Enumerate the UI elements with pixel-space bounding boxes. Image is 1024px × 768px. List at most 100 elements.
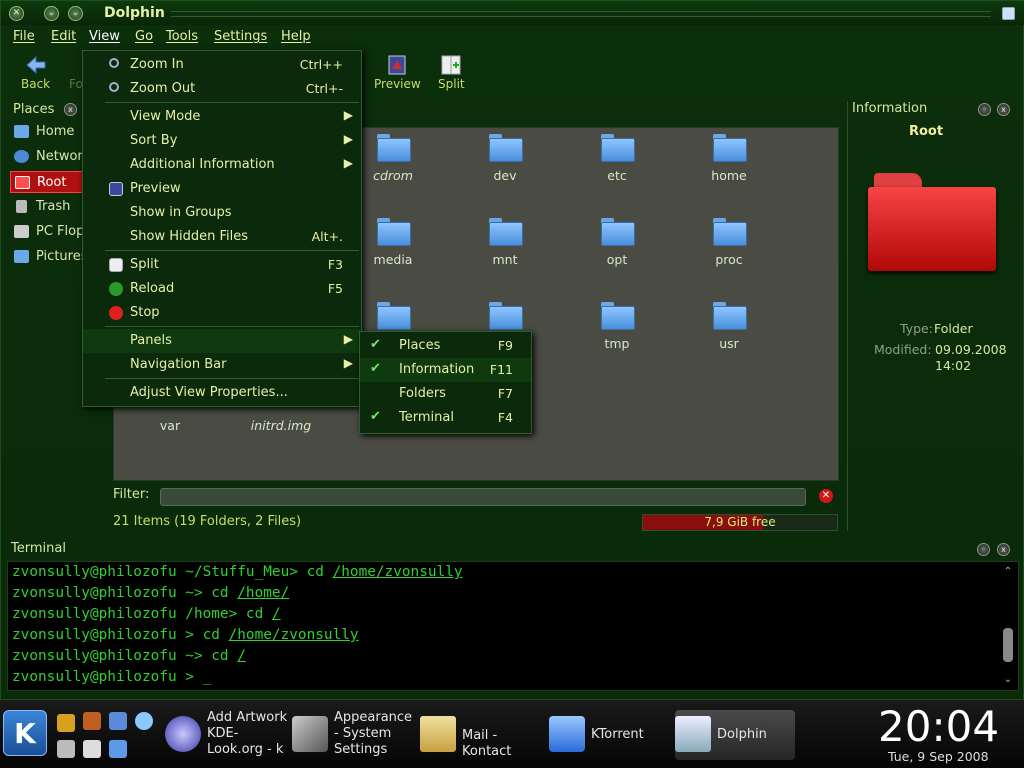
file-item[interactable]: etc (577, 134, 657, 183)
chat-icon[interactable] (135, 712, 153, 730)
file-item[interactable]: var (130, 418, 210, 433)
terminal-scrollbar[interactable]: ⌃ ⌄ (1002, 566, 1014, 688)
calendar-icon[interactable] (83, 712, 101, 730)
additional-info-item[interactable]: Additional Information ▶ (83, 153, 361, 177)
scroll-down-icon[interactable]: ⌄ (1002, 674, 1014, 685)
reload-icon (109, 282, 123, 296)
filter-input[interactable] (160, 488, 806, 506)
panels-item[interactable]: Panels ▶ (83, 329, 361, 353)
menu-view[interactable]: View (89, 29, 120, 44)
window-menu-icon[interactable]: ✕ (9, 6, 24, 21)
adjust-view-item[interactable]: Adjust View Properties... (83, 381, 361, 405)
task-ktorrent[interactable]: KTorrent (549, 710, 667, 760)
place-trash[interactable]: Trash (10, 196, 86, 218)
maximize-icon[interactable]: ⌄ (68, 6, 83, 21)
file-item[interactable]: media (353, 218, 433, 267)
home-icon (14, 125, 29, 138)
information-float-icon[interactable]: ◦ (978, 103, 991, 116)
split-item[interactable]: Split F3 (83, 253, 361, 277)
clear-filter-icon[interactable]: ✕ (819, 489, 833, 503)
scroll-up-icon[interactable]: ⌃ (1002, 566, 1014, 577)
menu-settings[interactable]: Settings (214, 29, 267, 44)
navigation-bar-item[interactable]: Navigation Bar ▶ (83, 353, 361, 377)
lock-icon[interactable] (57, 714, 75, 732)
back-button[interactable]: Back (21, 55, 50, 91)
menu-file[interactable]: File (13, 29, 35, 44)
task-appearance[interactable]: Appearance - System Settings (292, 710, 412, 760)
file-item[interactable]: mnt (465, 218, 545, 267)
file-name: proc (715, 252, 743, 267)
window-options-icon[interactable] (1002, 7, 1015, 20)
folder-icon (713, 302, 747, 330)
title-bar[interactable]: ✕ ⌄ ⌄ Dolphin (1, 1, 1024, 25)
file-item[interactable]: usr (689, 302, 769, 351)
information-close-icon[interactable]: x (997, 103, 1010, 116)
place-home[interactable]: Home (10, 121, 86, 143)
minimize-icon[interactable]: ⌄ (44, 6, 59, 21)
menu-bar: File Edit View Go Tools Settings Help (1, 26, 1024, 48)
file-item[interactable]: proc (689, 218, 769, 267)
file-item[interactable]: tmp (577, 302, 657, 351)
split-icon (441, 55, 461, 75)
split-icon (109, 258, 123, 272)
menu-go[interactable]: Go (135, 29, 153, 44)
reload-item[interactable]: Reload F5 (83, 277, 361, 301)
terminal-float-icon[interactable]: ◦ (977, 543, 990, 556)
place-pictures-label: Pictures (36, 249, 88, 264)
menu-edit[interactable]: Edit (51, 29, 76, 44)
panels-submenu: ✔ Places F9 ✔ Information F11 Folders F7 ✔ Ter… (359, 331, 532, 434)
panel-terminal-item[interactable]: ✔ Terminal F4 (360, 406, 531, 430)
zoom-in-item[interactable]: Zoom In Ctrl++ (83, 53, 361, 77)
file-name: initrd.img (250, 418, 312, 433)
zoom-in-icon (109, 58, 119, 68)
menu-help[interactable]: Help (281, 29, 311, 44)
volume-icon[interactable] (57, 740, 75, 758)
task-add-artwork[interactable]: Add Artwork KDE- Look.org - k (165, 710, 287, 760)
split-button[interactable]: Split (438, 55, 465, 91)
stop-item[interactable]: Stop (83, 301, 361, 325)
panel-folders-item[interactable]: Folders F7 (360, 382, 531, 406)
forward-button[interactable]: Fo (69, 55, 83, 91)
panel-information-item[interactable]: ✔ Information F11 (360, 358, 531, 382)
place-root[interactable]: Root (10, 171, 86, 193)
file-item[interactable]: initrd.img (241, 418, 321, 433)
place-network[interactable]: Network (10, 146, 90, 168)
file-item[interactable]: cdrom (353, 134, 433, 183)
panel-places-item[interactable]: ✔ Places F9 (360, 334, 531, 358)
tools-icon (292, 716, 328, 752)
information-panel: Information ◦ x Root Type: Folder Modifi… (847, 101, 1019, 531)
places-close-icon[interactable]: x (64, 103, 77, 116)
place-floppy[interactable]: PC Flop (10, 221, 86, 243)
file-item[interactable]: home (689, 134, 769, 183)
stop-icon (109, 306, 123, 320)
file-item[interactable]: dev (465, 134, 545, 183)
sort-by-item[interactable]: Sort By ▶ (83, 129, 361, 153)
show-hidden-item[interactable]: Show Hidden Files Alt+. (83, 225, 361, 249)
zoom-out-item[interactable]: Zoom Out Ctrl+- (83, 77, 361, 101)
task-dolphin[interactable]: Dolphin (675, 710, 795, 760)
menu-tools[interactable]: Tools (166, 29, 198, 44)
preview-button[interactable]: Preview (374, 55, 421, 91)
file-item[interactable]: opt (577, 218, 657, 267)
zoom-out-icon (109, 82, 119, 92)
file-name: home (711, 168, 747, 183)
terminal-close-icon[interactable]: x (997, 543, 1010, 556)
clipboard-icon[interactable] (83, 740, 101, 758)
show-groups-item[interactable]: Show in Groups (83, 201, 361, 225)
view-mode-item[interactable]: View Mode ▶ (83, 105, 361, 129)
folder-icon (489, 218, 523, 246)
modified-label: Modified: (874, 342, 932, 357)
type-label: Type: (900, 321, 933, 336)
clock-time[interactable]: 20:04 (878, 702, 999, 751)
check-icon: ✔ (370, 409, 381, 424)
preview-item[interactable]: Preview (83, 177, 361, 201)
file-name: tmp (604, 336, 630, 351)
terminal-panel[interactable]: zvonsully@philozofu ~/Stuffu_Meu> cd /ho… (7, 561, 1019, 691)
kde-menu-button[interactable]: K (3, 710, 47, 756)
scroll-thumb[interactable] (1003, 628, 1013, 662)
place-pictures[interactable]: Pictures (10, 246, 88, 268)
task-mail[interactable]: Mail - Kontact (420, 710, 538, 760)
download-tray-icon[interactable] (109, 740, 127, 758)
folder-icon (377, 302, 411, 330)
contacts-icon[interactable] (109, 712, 127, 730)
